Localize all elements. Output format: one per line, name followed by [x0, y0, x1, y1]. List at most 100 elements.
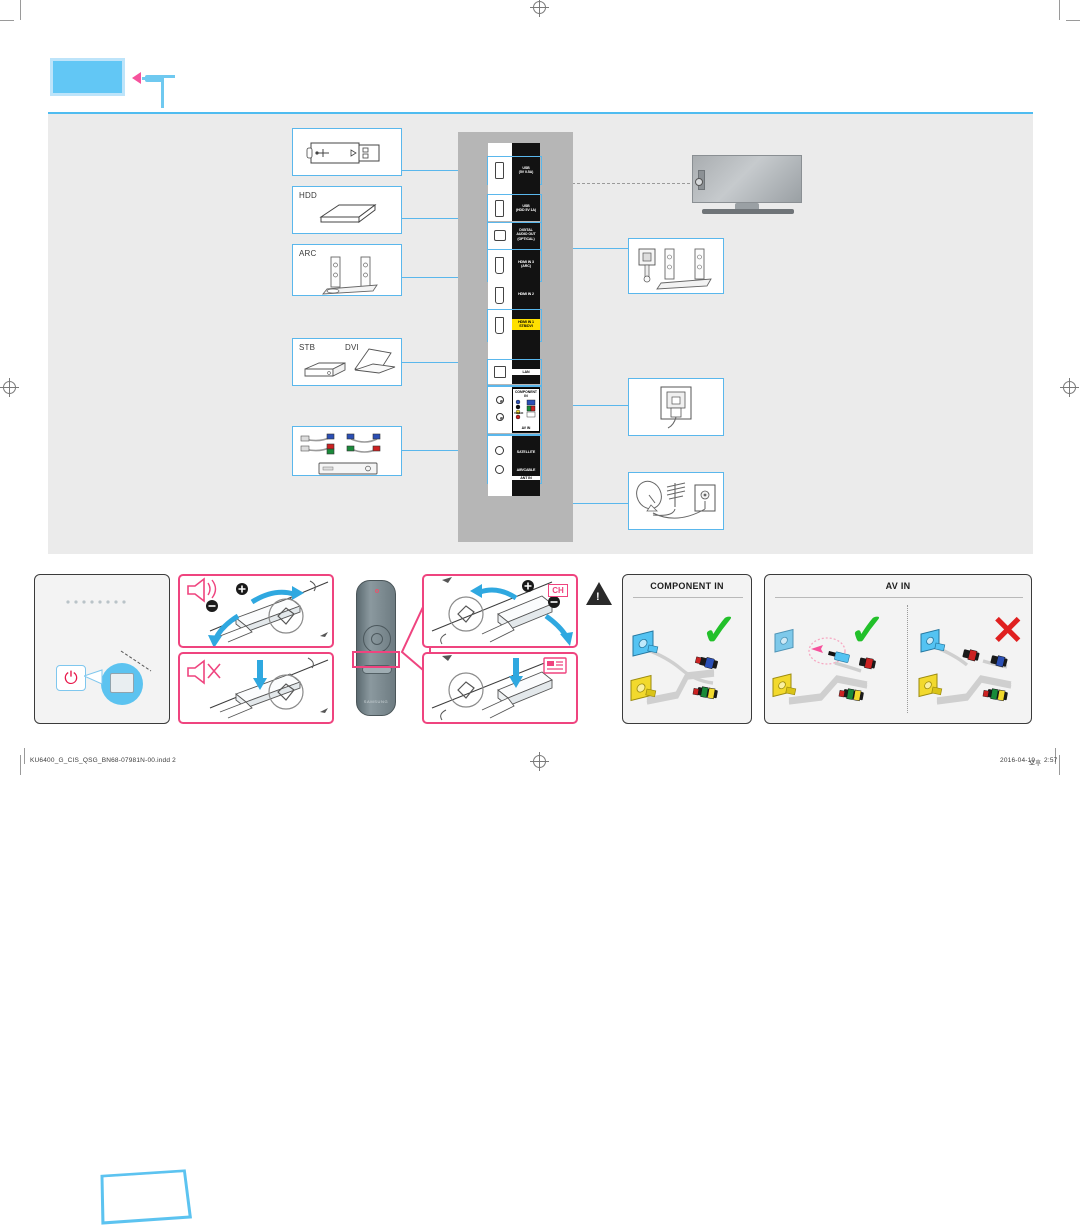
home-audio-system-icon [638, 248, 712, 290]
remote-rocker-highlight [352, 651, 400, 668]
port-ant-line3: ANT IN [520, 476, 532, 480]
crop-mark-tl-v [20, 0, 21, 20]
port-usb2-line1: USB [522, 204, 530, 208]
hdmi-port-icon [495, 257, 504, 274]
arc-label: ARC [299, 249, 317, 258]
crop-mark-tr-h [1066, 20, 1080, 21]
footer-time: 2:57 [1044, 757, 1058, 764]
header-connect-icon [50, 58, 180, 113]
av-in-label: AV IN [521, 426, 531, 430]
port-blank-bottom-white [488, 482, 512, 496]
registration-mark-top [530, 0, 549, 17]
component-in-title: COMPONENT IN [650, 581, 724, 591]
port-optical-line2: AUDIO OUT [516, 232, 536, 237]
arc-device-box: ARC [292, 244, 402, 296]
magnifier-content [110, 673, 134, 693]
usb-port-icon [495, 162, 504, 179]
channel-badge: CH [548, 584, 568, 597]
av-cables-device-box [292, 426, 402, 476]
lan-wall-jack-icon [660, 386, 692, 429]
port-antin-label: ANT IN [512, 476, 540, 481]
port-hdmi1-line2: STB/DVI [519, 324, 533, 329]
lan-port-icon [494, 366, 506, 378]
crop-mark-bl-v [20, 755, 21, 775]
stb-label: STB [299, 343, 316, 352]
volume-control-illustration [187, 577, 329, 648]
remote-select-button[interactable] [371, 633, 383, 645]
stb-dvi-device-box: STB DVI [292, 338, 402, 386]
av-in-title: AV IN [885, 581, 911, 591]
footer-filename: KU6400_G_CIS_QSG_BN68-07981N-00.indd 2 [30, 757, 176, 764]
callout-pointer [84, 669, 103, 685]
port-satellite-label: SATELLITE [512, 450, 540, 454]
port-ant-line1: SATELLITE [516, 450, 536, 454]
port-lan-line1: LAN [522, 370, 530, 374]
av-in-check-icon: ✓ [849, 606, 886, 655]
component-video-label: VIDEO [514, 410, 524, 415]
port-optical-label: DIGITAL AUDIO OUT (OPTICAL) [512, 228, 540, 241]
optical-port-icon [494, 230, 506, 241]
port-optical-line3: (OPTICAL) [517, 236, 535, 241]
source-icon [543, 657, 567, 674]
registration-mark-right [1060, 378, 1079, 397]
tv-port-panel: USB (5V 0.5A) USB (HDD 5V 1A) DIGITAL AU… [458, 132, 573, 542]
port-optical-line1: DIGITAL [519, 228, 533, 232]
crop-mark-tl-h [0, 20, 14, 21]
tv-screen-icon [50, 58, 125, 96]
hdd-device-box: HDD [292, 186, 402, 234]
port-hdmi1-label: HDMI IN 1 STB/DVI [512, 319, 540, 330]
port-blank-top-black [512, 143, 540, 157]
plug-cord-v [161, 75, 164, 108]
rca-jack-2 [496, 413, 504, 421]
av-in-panel: AV IN ✓ ✕ [764, 574, 1032, 724]
dvi-label: DVI [345, 343, 359, 352]
footer-divider-left [24, 748, 25, 764]
tv-front-icon [100, 1169, 192, 1225]
volume-control-panel [178, 574, 334, 648]
footer-ampm: 오후 [1029, 760, 1042, 767]
usb-port-icon [495, 200, 504, 217]
crop-mark-br-v [1059, 755, 1060, 775]
av-in-divider [907, 605, 908, 713]
power-button-badge: ⏻ [56, 665, 86, 691]
power-icon: ⏻ [64, 668, 78, 688]
magnifier-icon [101, 663, 143, 705]
port-blank-top-white [488, 143, 512, 157]
port-hdmi3-line2: (ARC) [521, 264, 531, 269]
warning-exclamation: ! [596, 591, 600, 603]
source-control-illustration [431, 655, 567, 721]
registration-mark-left [0, 378, 19, 397]
port-hdmi2-line1: HDMI IN 2 [518, 292, 534, 296]
port-usb2-line2: (HDD 5V 1A) [515, 208, 537, 213]
port-hdmi3-line1: HDMI IN 3 [518, 260, 534, 264]
hdmi-port-icon [495, 287, 504, 304]
port-blank-3-black [512, 340, 540, 360]
mute-control-panel [178, 652, 334, 724]
home-audio-system-box [628, 238, 724, 294]
rca-jacks-icon [496, 396, 504, 404]
registration-mark-bottom [530, 752, 549, 771]
remote-brand-label: SAMSUNG [363, 699, 389, 704]
usb-flash-drive-icon [306, 142, 380, 164]
port-usb2-label: USB (HDD 5V 1A) [512, 204, 540, 213]
port-ant-line2: AIR/CABLE [516, 468, 536, 472]
port-hdmi2-label: HDMI IN 2 [512, 292, 540, 296]
component-in-check-icon: ✓ [701, 606, 738, 655]
port-blank-3-white [488, 340, 512, 360]
port-hdmi3-label: HDMI IN 3 (ARC) [512, 260, 540, 269]
power-button-panel [34, 574, 192, 1225]
component-in-panel: COMPONENT IN ✓ [622, 574, 752, 724]
port-blank-bottom-black [512, 482, 540, 496]
port-usb1-line2: (5V 0.5A) [518, 170, 534, 175]
hdmi-port-icon [495, 317, 504, 334]
coax-jacks-icon [495, 446, 504, 455]
satellite-antenna-icon [636, 480, 716, 519]
port-hdmi1-line1: HDMI IN 1 [518, 320, 534, 324]
tv-rear-optical-port-icon [695, 178, 703, 186]
remote-power-icon[interactable] [375, 589, 379, 593]
satellite-antenna-box [628, 472, 724, 530]
port-usb1-line1: USB [522, 166, 530, 170]
port-aircable-label: AIR/CABLE [512, 468, 540, 472]
hdd-label: HDD [299, 191, 317, 200]
samsung-remote-control[interactable]: SAMSUNG [356, 580, 396, 716]
